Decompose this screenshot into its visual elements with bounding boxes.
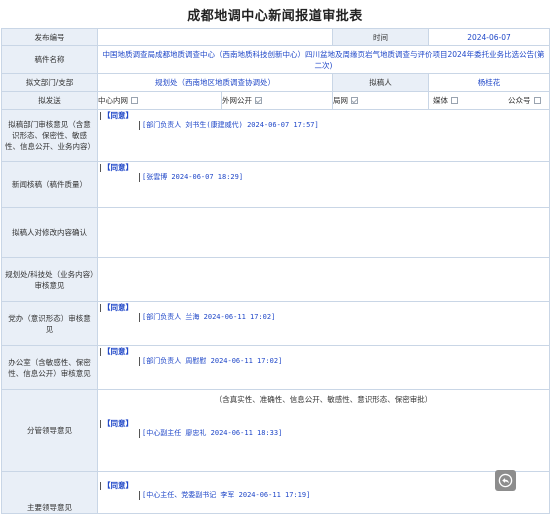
dept-label: 拟文部门/支部 (1, 73, 98, 92)
approval-signature: [部门负责人 兰海 2024-06-11 17:02] (139, 313, 275, 322)
publish-option-label: 公众号 (508, 96, 531, 105)
author-value: 杨桂花 (428, 73, 550, 92)
row-author-confirm: 拟稿人对修改内容确认 (1, 207, 550, 258)
row-manuscript: 稿件名称 中国地质调查局成都地质调查中心（西南地质科技创新中心）四川盆地及周缘页… (1, 45, 550, 74)
row-dept: 拟文部门/支部 规划处（西南地区地质调查协调处） 拟稿人 杨桂花 (1, 73, 550, 92)
chief-review-label: 主要领导意见 (1, 471, 98, 514)
checkbox-wechat[interactable] (533, 97, 541, 104)
publish-option-bureau: 局网 (332, 91, 429, 110)
approval-tag: 【同意】 (100, 164, 133, 172)
publish-option-label: 媒体 (433, 96, 448, 105)
news-review-label: 新闻核稿（稿件质量） (1, 161, 98, 208)
reply-button[interactable] (495, 470, 516, 491)
row-issue-no: 发布编号 时间 2024-06-07 (1, 28, 550, 46)
approval-signature: [部门负责人 周慰慰 2024-06-11 17:02] (139, 357, 282, 366)
dept-review-label: 拟稿部门审核意见（含意识形态、保密性、敏感性、信息公开、业务内容） (1, 109, 98, 162)
time-label: 时间 (332, 28, 429, 46)
dept-value: 规划处（西南地区地质调查协调处） (97, 73, 333, 92)
row-party-office: 党办（意识形态）审核意见 【同意】 [部门负责人 兰海 2024-06-11 1… (1, 301, 550, 346)
author-confirm-value (97, 207, 550, 258)
publish-option-label: 中心内网 (98, 96, 128, 105)
approval-tag: 【同意】 (100, 420, 133, 428)
manuscript-value: 中国地质调查局成都地质调查中心（西南地质科技创新中心）四川盆地及周缘页岩气地质调… (97, 45, 550, 74)
time-value: 2024-06-07 (428, 28, 550, 46)
issue-no-value (97, 28, 333, 46)
row-general-office: 办公室（含敏感性、保密性、信息公开）审核意见 【同意】 [部门负责人 周慰慰 2… (1, 345, 550, 390)
planning-review-value (97, 257, 550, 302)
issue-no-label: 发布编号 (1, 28, 98, 46)
row-publish-to: 拟发送 中心内网 外网公开 局网 媒体 公众号 (1, 91, 550, 110)
approval-form-page: 成都地调中心新闻报道审批表 发布编号 时间 2024-06-07 稿件名称 中国… (0, 0, 550, 527)
general-office-label: 办公室（含敏感性、保密性、信息公开）审核意见 (1, 345, 98, 390)
row-leader-review: 分管领导意见 （含真实性、准确性、信息公开、敏感性、意识形态、保密审批） 【同意… (1, 389, 550, 472)
approval-tag: 【同意】 (100, 112, 133, 120)
publish-to-label: 拟发送 (1, 91, 98, 110)
checkbox-public[interactable] (255, 97, 262, 104)
checkbox-media[interactable] (451, 97, 458, 104)
approval-signature: [中心副主任 廖忠礼 2024-06-11 18:33] (139, 429, 282, 438)
row-news-review: 新闻核稿（稿件质量） 【同意】 [张雲博 2024-06-07 18:29] (1, 161, 550, 208)
approval-signature: [中心主任、党委副书记 李军 2024-06-11 17:19] (139, 491, 310, 500)
publish-option-internal: 中心内网 (97, 91, 222, 110)
checkbox-internal[interactable] (131, 97, 138, 104)
author-label: 拟稿人 (332, 73, 429, 92)
approval-signature: [张雲博 2024-06-07 18:29] (139, 173, 243, 182)
checkbox-bureau[interactable] (351, 97, 358, 104)
publish-option-label: 外网公开 (222, 96, 252, 105)
party-office-label: 党办（意识形态）审核意见 (1, 301, 98, 346)
approval-tag: 【同意】 (100, 482, 133, 490)
approval-tag: 【同意】 (100, 348, 133, 356)
publish-option-media-wechat: 媒体 公众号 (428, 91, 550, 110)
manuscript-label: 稿件名称 (1, 45, 98, 74)
planning-review-label: 规划处/科技处（业务内容）审核意见 (1, 257, 98, 302)
approval-signature: [部门负责人 刘书生(康建威代) 2024-06-07 17:57] (139, 121, 319, 130)
publish-option-public: 外网公开 (221, 91, 333, 110)
leader-review-note: （含真实性、准确性、信息公开、敏感性、意识形态、保密审批） (214, 395, 433, 404)
approval-table: 发布编号 时间 2024-06-07 稿件名称 中国地质调查局成都地质调查中心（… (1, 28, 550, 514)
reply-icon (498, 473, 513, 488)
row-chief-review: 主要领导意见 【同意】 [中心主任、党委副书记 李军 2024-06-11 17… (1, 471, 550, 514)
publish-option-label: 局网 (333, 96, 348, 105)
approval-tag: 【同意】 (100, 304, 133, 312)
row-dept-review: 拟稿部门审核意见（含意识形态、保密性、敏感性、信息公开、业务内容） 【同意】 [… (1, 109, 550, 162)
author-confirm-label: 拟稿人对修改内容确认 (1, 207, 98, 258)
row-planning-review: 规划处/科技处（业务内容）审核意见 (1, 257, 550, 302)
leader-review-label: 分管领导意见 (1, 389, 98, 472)
